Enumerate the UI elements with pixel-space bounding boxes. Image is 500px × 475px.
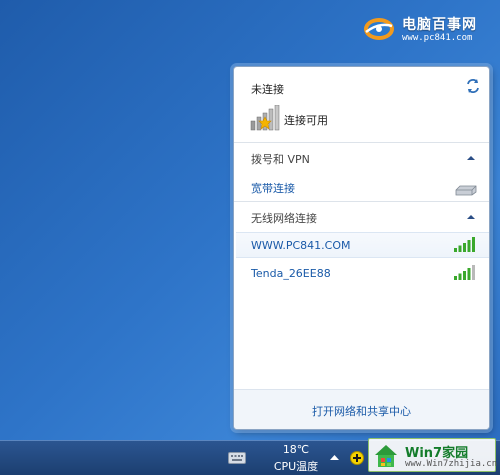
connections-available-icon bbox=[250, 105, 280, 131]
collapse-chevron-icon[interactable] bbox=[467, 155, 475, 161]
win7-home-logo-icon bbox=[375, 445, 397, 467]
divider bbox=[234, 201, 489, 202]
collapse-chevron-icon[interactable] bbox=[467, 214, 475, 220]
network-flyout: 未连接 连接可用 拨号和 VPN 宽带连接 无线网络连接 WWW.PC841.C… bbox=[233, 66, 490, 430]
watermark-brand: 电脑百事网 bbox=[402, 17, 477, 33]
refresh-icon[interactable] bbox=[465, 78, 481, 94]
pc841-logo-icon bbox=[364, 18, 394, 40]
open-network-sharing-center-link[interactable]: 打开网络和共享中心 bbox=[234, 403, 489, 419]
cpu-temperature-value: 18℃ bbox=[282, 443, 310, 456]
wifi-network-name[interactable]: Tenda_26EE88 bbox=[251, 267, 331, 280]
wifi-network-name[interactable]: WWW.PC841.COM bbox=[251, 239, 351, 252]
flyout-footer: 打开网络和共享中心 bbox=[234, 389, 489, 429]
cpu-temperature-label: CPU温度 bbox=[273, 460, 319, 473]
wireless-connection-header[interactable]: 无线网络连接 bbox=[251, 210, 317, 226]
dialup-vpn-header[interactable]: 拨号和 VPN bbox=[251, 151, 310, 167]
watermark-url: www.Win7zhijia.cn bbox=[405, 459, 498, 469]
divider bbox=[234, 142, 489, 143]
keyboard-icon[interactable] bbox=[228, 452, 246, 464]
show-hidden-icons-arrow-icon[interactable] bbox=[330, 454, 339, 461]
signal-strength-icon bbox=[454, 265, 475, 280]
signal-strength-icon bbox=[454, 237, 475, 252]
connection-available-label: 连接可用 bbox=[284, 114, 328, 127]
connection-status-title: 未连接 bbox=[251, 83, 284, 96]
broadband-connection-item[interactable]: 宽带连接 bbox=[251, 180, 295, 196]
desktop: 电脑百事网 www.pc841.com 未连接 连接可用 拨号和 VPN 宽带连… bbox=[0, 0, 500, 475]
watermark-top: 电脑百事网 www.pc841.com bbox=[362, 12, 492, 48]
modem-icon bbox=[455, 185, 477, 196]
watermark-bottom: Win7家园 www.Win7zhijia.cn bbox=[368, 438, 498, 472]
watermark-url: www.pc841.com bbox=[402, 33, 473, 43]
plus-tray-icon[interactable] bbox=[350, 451, 364, 465]
